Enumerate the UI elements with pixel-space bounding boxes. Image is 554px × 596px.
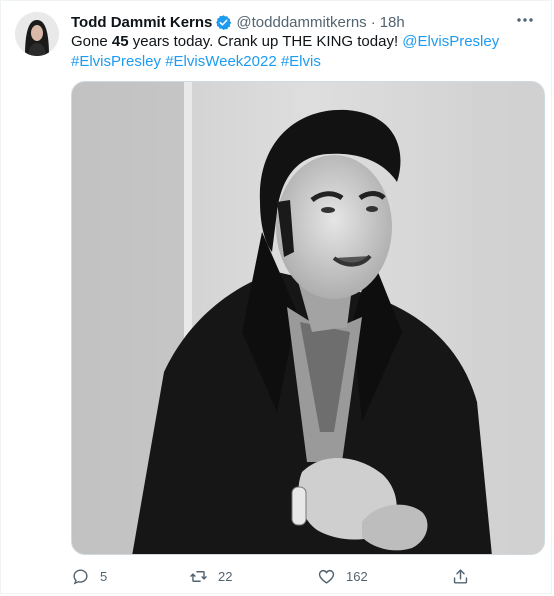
- author-name[interactable]: Todd Dammit Kerns: [71, 14, 212, 31]
- header-separator: ·: [370, 13, 376, 31]
- reply-icon: [73, 568, 88, 585]
- heart-icon: [318, 569, 335, 584]
- tweet-photo[interactable]: [71, 81, 545, 555]
- tweet-text-number: 45: [111, 33, 129, 50]
- retweet-button[interactable]: 22: [189, 564, 232, 588]
- retweet-count: 22: [218, 568, 233, 584]
- photo-image: [72, 82, 544, 554]
- like-count: 162: [346, 568, 368, 584]
- tweet-card[interactable]: Todd Dammit Kerns @todddammitkerns · 18h…: [0, 0, 552, 594]
- hashtag-link[interactable]: #ElvisPresley: [71, 53, 161, 70]
- tweet-timestamp[interactable]: 18h: [380, 14, 405, 31]
- tweet-text-part2: years today. Crank up THE KING today!: [128, 33, 403, 50]
- reply-count: 5: [100, 568, 108, 584]
- hashtag-link[interactable]: #ElvisWeek2022: [165, 53, 276, 70]
- retweet-icon: [190, 570, 207, 582]
- hashtag-link[interactable]: #Elvis: [281, 53, 321, 70]
- mention-link[interactable]: @ElvisPresley: [402, 33, 499, 50]
- author-avatar[interactable]: [15, 12, 59, 56]
- author-handle[interactable]: @todddammitkerns: [236, 14, 366, 31]
- share-icon: [453, 568, 468, 584]
- user-avatar-icon: [15, 12, 59, 56]
- tweet-header: Todd Dammit Kerns @todddammitkerns · 18h: [71, 12, 405, 32]
- reply-button[interactable]: 5: [71, 564, 107, 588]
- tweet-text-part1: Gone: [71, 33, 112, 50]
- tweet-actions: 5 22 162: [71, 564, 491, 588]
- tweet-text: Gone 45 years today. Crank up THE KING t…: [71, 32, 511, 72]
- like-button[interactable]: 162: [317, 564, 368, 588]
- more-options-icon[interactable]: [515, 10, 535, 30]
- share-button[interactable]: [451, 564, 470, 588]
- verified-badge-icon: [216, 14, 232, 30]
